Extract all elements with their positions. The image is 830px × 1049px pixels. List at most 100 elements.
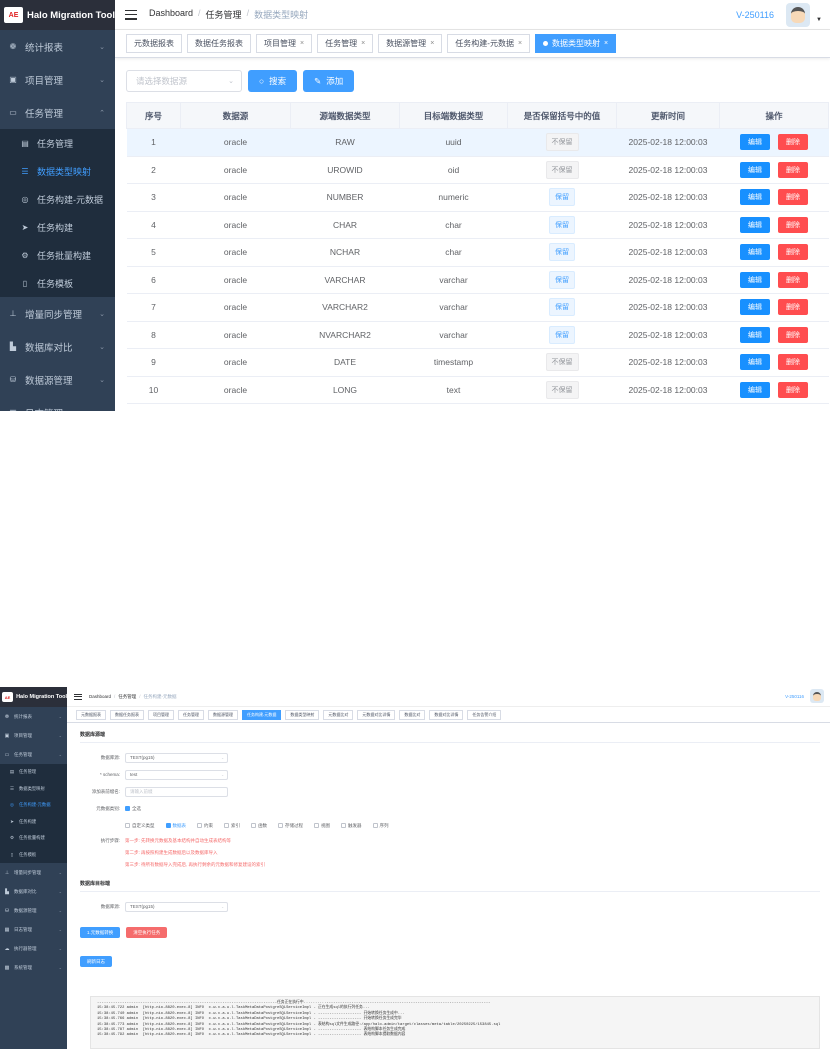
meta-option-checkbox[interactable]: 索引 <box>224 823 240 829</box>
avatar[interactable] <box>810 689 824 703</box>
sidebar-item-10[interactable]: ▙ 数据库对比 ⌄ <box>0 330 115 363</box>
sidebar-item-6[interactable]: ➤ 任务构建 <box>0 813 67 830</box>
edit-button[interactable]: 编辑 <box>740 271 770 288</box>
meta-option-checkbox[interactable]: 函数 <box>251 823 267 829</box>
delete-button[interactable]: 删除 <box>778 354 808 371</box>
tab-0[interactable]: 元数据报表 <box>76 709 106 720</box>
sidebar-item-2[interactable]: ▭ 任务管理 ⌄ <box>0 745 67 764</box>
delete-button[interactable]: 删除 <box>778 189 808 206</box>
source-datasource-select[interactable]: TEST(pg15) ⌄ <box>125 752 228 763</box>
edit-button[interactable]: 编辑 <box>740 134 770 151</box>
delete-button[interactable]: 删除 <box>778 271 808 288</box>
tab-4[interactable]: 数据源管理 <box>208 709 238 720</box>
sidebar-item-3[interactable]: ▤ 任务管理 <box>0 764 67 781</box>
tab-5[interactable]: 任务构建-元数据 <box>242 709 282 720</box>
meta-option-checkbox[interactable]: 约束 <box>197 823 213 829</box>
delete-button[interactable]: 删除 <box>778 244 808 261</box>
sidebar-item-13[interactable]: ☁ 执行器管理 ⌄ <box>0 939 67 958</box>
table-prefix-input[interactable]: 请输入前缀 <box>125 786 228 797</box>
close-icon[interactable]: × <box>361 40 365 47</box>
edit-button[interactable]: 编辑 <box>740 326 770 343</box>
tab-6[interactable]: 数据类型映射 <box>285 709 320 720</box>
edit-button[interactable]: 编辑 <box>740 161 770 178</box>
edit-button[interactable]: 编辑 <box>740 189 770 206</box>
edit-button[interactable]: 编辑 <box>740 244 770 261</box>
app-logo[interactable]: AE Halo Migration Tool <box>0 687 67 707</box>
sidebar-item-11[interactable]: ⛁ 数据源管理 ⌄ <box>0 901 67 920</box>
delete-button[interactable]: 删除 <box>778 299 808 316</box>
sidebar-item-11[interactable]: ⛁ 数据源管理 ⌄ <box>0 363 115 396</box>
sidebar-item-3[interactable]: ▤ 任务管理 <box>0 129 115 157</box>
delete-button[interactable]: 删除 <box>778 216 808 233</box>
clear-tasks-button[interactable]: 清空执行任务 <box>126 927 168 938</box>
tab-2[interactable]: 项目管理 <box>148 709 174 720</box>
sidebar-item-1[interactable]: ▣ 项目管理 ⌄ <box>0 726 67 745</box>
close-icon[interactable]: × <box>300 40 304 47</box>
tab-3[interactable]: 任务管理 × <box>317 34 374 53</box>
sidebar-item-0[interactable]: ❁ 统计报表 ⌄ <box>0 30 115 63</box>
tab-2[interactable]: 项目管理 × <box>256 34 313 53</box>
target-datasource-select[interactable]: TEST(pg15) ⌄ <box>125 901 228 912</box>
search-button[interactable]: ○ 搜索 <box>248 70 298 92</box>
sidebar-item-5[interactable]: ◎ 任务构建-元数据 <box>0 185 115 213</box>
hamburger-icon[interactable] <box>125 9 137 20</box>
meta-option-checkbox[interactable]: 序列 <box>372 823 389 829</box>
app-logo[interactable]: AE Halo Migration Tool <box>0 0 115 30</box>
tab-5[interactable]: 任务构建-元数据 × <box>447 34 531 53</box>
breadcrumb-dashboard[interactable]: Dashboard <box>89 694 111 700</box>
sidebar-item-1[interactable]: ▣ 项目管理 ⌄ <box>0 63 115 96</box>
tab-4[interactable]: 数据源管理 × <box>378 34 443 53</box>
sidebar-item-7[interactable]: ⚙ 任务批量构建 <box>0 830 67 847</box>
sidebar-item-4[interactable]: ☰ 数据类型映射 <box>0 780 67 797</box>
delete-button[interactable]: 删除 <box>778 326 808 343</box>
datasource-select[interactable]: 请选择数据源 ⌄ <box>126 70 242 92</box>
metadata-convert-button[interactable]: 1.元数据转换 <box>80 927 121 938</box>
close-icon[interactable]: × <box>604 40 608 47</box>
tab-10[interactable]: 数据对比详情 <box>429 709 464 720</box>
edit-button[interactable]: 编辑 <box>740 381 770 398</box>
sidebar-item-9[interactable]: ⊥ 增量同步管理 ⌄ <box>0 297 115 330</box>
edit-button[interactable]: 编辑 <box>740 354 770 371</box>
sidebar-item-10[interactable]: ▙ 数据库对比 ⌄ <box>0 882 67 901</box>
breadcrumb-task-management[interactable]: 任务管理 <box>118 694 136 700</box>
add-button[interactable]: ✎ 添加 <box>303 70 355 92</box>
sidebar-item-12[interactable]: ▦ 日志管理 ⌄ <box>0 920 67 939</box>
meta-option-checkbox[interactable]: 数据表 <box>165 823 186 829</box>
close-icon[interactable]: × <box>518 40 522 47</box>
breadcrumb-dashboard[interactable]: Dashboard <box>149 8 193 21</box>
sidebar-item-8[interactable]: ▯ 任务模板 <box>0 269 115 297</box>
tab-9[interactable]: 数据比对 <box>399 709 426 720</box>
tab-7[interactable]: 元数据比对 <box>323 709 354 720</box>
tab-1[interactable]: 数据任务报表 <box>110 709 144 720</box>
sidebar-item-9[interactable]: ⊥ 增量同步管理 ⌄ <box>0 863 67 882</box>
refresh-log-button[interactable]: 刷新日志 <box>80 956 112 967</box>
edit-button[interactable]: 编辑 <box>740 216 770 233</box>
schema-select[interactable]: test ⌄ <box>125 769 228 780</box>
caret-down-icon[interactable]: ▼ <box>816 17 822 23</box>
sidebar-item-7[interactable]: ⚙ 任务批量构建 <box>0 241 115 269</box>
sidebar-item-4[interactable]: ☰ 数据类型映射 <box>0 157 115 185</box>
meta-option-checkbox[interactable]: 视图 <box>314 823 330 829</box>
select-all-checkbox[interactable]: 全选 <box>125 806 141 812</box>
meta-option-checkbox[interactable]: 触发器 <box>341 823 362 829</box>
breadcrumb-task-management[interactable]: 任务管理 <box>206 8 242 21</box>
tab-8[interactable]: 元数据对比详情 <box>357 709 396 720</box>
close-icon[interactable]: × <box>430 40 434 47</box>
avatar[interactable] <box>786 3 810 27</box>
tab-0[interactable]: 元数据报表 <box>126 34 182 53</box>
tab-3[interactable]: 任务管理 <box>178 709 204 720</box>
sidebar-item-5[interactable]: ◎ 任务构建-元数据 <box>0 797 67 814</box>
tab-6[interactable]: 数据类型映射 × <box>535 34 617 53</box>
sidebar-item-8[interactable]: ▯ 任务模板 <box>0 846 67 863</box>
tab-11[interactable]: 任务告警介绍 <box>467 709 502 720</box>
sidebar-item-0[interactable]: ❁ 统计报表 ⌄ <box>0 707 67 726</box>
delete-button[interactable]: 删除 <box>778 161 808 178</box>
delete-button[interactable]: 删除 <box>778 134 808 151</box>
sidebar-item-14[interactable]: ▩ 系统管理 ⌄ <box>0 958 67 977</box>
sidebar-item-6[interactable]: ➤ 任务构建 <box>0 213 115 241</box>
meta-option-checkbox[interactable]: 自定义类型 <box>125 823 155 829</box>
sidebar-item-12[interactable]: ▦ 日志管理 ⌄ <box>0 396 115 411</box>
tab-1[interactable]: 数据任务报表 <box>187 34 251 53</box>
delete-button[interactable]: 删除 <box>778 381 808 398</box>
hamburger-icon[interactable] <box>74 693 82 700</box>
